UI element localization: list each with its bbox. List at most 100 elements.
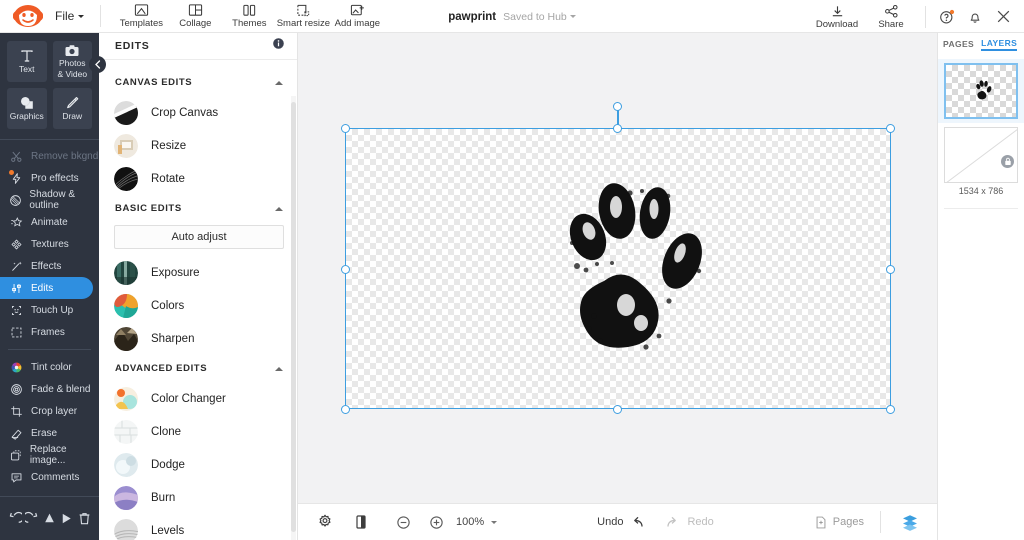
bottom-left-tools: 100% <box>312 509 498 535</box>
tab-layers[interactable]: LAYERS <box>981 38 1018 51</box>
layer-item-background[interactable]: 1534 x 786 <box>938 123 1024 200</box>
artboard[interactable] <box>345 128 891 409</box>
tab-pages[interactable]: PAGES <box>943 39 974 50</box>
sidebar-item-touch-up[interactable]: Touch Up <box>0 299 99 321</box>
zoom-level-value[interactable]: 100% <box>456 516 484 528</box>
lock-icon[interactable] <box>1001 155 1014 168</box>
edit-item-sharpen[interactable]: Sharpen <box>99 322 297 355</box>
sidebar-card-text[interactable]: Text <box>7 41 47 82</box>
close-icon[interactable] <box>990 4 1016 30</box>
resize-handle-bottom-center[interactable] <box>613 405 622 414</box>
info-icon[interactable] <box>272 37 285 55</box>
compare-split-icon[interactable] <box>348 509 374 535</box>
sidebar-item-comments-label: Comments <box>31 471 80 483</box>
sidebar-item-textures-label: Textures <box>31 238 69 250</box>
monkey-logo[interactable] <box>0 4 55 28</box>
sidebar-card-text-label: Text <box>18 64 35 75</box>
file-menu[interactable]: File <box>55 9 94 23</box>
edit-item-color-changer[interactable]: Color Changer <box>99 382 297 415</box>
share-button[interactable]: Share <box>865 0 917 33</box>
document-title[interactable]: pawprint <box>448 11 496 23</box>
redo-icon[interactable] <box>24 511 40 527</box>
edit-item-colors[interactable]: Colors <box>99 289 297 322</box>
sidebar-item-fade-blend[interactable]: Fade & blend <box>0 378 99 400</box>
zoom-out-icon[interactable] <box>390 509 416 535</box>
tool-templates[interactable]: Templates <box>115 0 167 33</box>
sidebar-item-textures[interactable]: Textures <box>0 233 99 255</box>
section-canvas-edits-title: CANVAS EDITS <box>115 77 193 88</box>
sidebar-card-photos-video[interactable]: Photos & Video <box>52 41 92 82</box>
edit-item-rotate[interactable]: Rotate <box>99 162 297 195</box>
trash-icon[interactable] <box>76 511 92 527</box>
layers-stack-icon[interactable] <box>897 509 923 535</box>
sidebar-item-animate[interactable]: Animate <box>0 211 99 233</box>
undo-button[interactable]: Undo <box>597 514 645 530</box>
rotate-handle[interactable] <box>613 102 622 111</box>
edit-item-colors-label: Colors <box>151 299 185 312</box>
sidebar-item-remove-bkgnd[interactable]: Remove bkgnd <box>0 145 99 167</box>
undo-icon[interactable] <box>7 511 23 527</box>
sidebar-item-shadow-outline[interactable]: Shadow & outline <box>0 189 99 211</box>
resize-handle-top-center[interactable] <box>613 124 622 133</box>
section-advanced-edits[interactable]: ADVANCED EDITS <box>99 355 297 382</box>
pages-button[interactable]: Pages <box>814 515 864 530</box>
edit-item-clone[interactable]: Clone <box>99 415 297 448</box>
sidebar-item-crop-layer[interactable]: Crop layer <box>0 400 99 422</box>
auto-adjust-button[interactable]: Auto adjust <box>114 225 284 249</box>
eraser-icon <box>9 427 24 440</box>
shadow-circle-icon <box>9 194 22 207</box>
resize-handle-middle-left[interactable] <box>341 265 350 274</box>
help-circle-icon[interactable] <box>934 4 960 30</box>
zoom-in-icon[interactable] <box>423 509 449 535</box>
canvas-workspace[interactable] <box>298 33 937 503</box>
tool-add-image[interactable]: Add image <box>331 0 383 33</box>
sidebar-item-edits[interactable]: Edits <box>0 277 93 299</box>
tool-smart-resize-label: Smart resize <box>276 18 331 29</box>
sidebar-item-tint-color[interactable]: Tint color <box>0 356 99 378</box>
sidebar-card-draw[interactable]: Draw <box>52 88 92 129</box>
resize-handle-middle-right[interactable] <box>886 265 895 274</box>
resize-handle-top-right[interactable] <box>886 124 895 133</box>
edit-item-exposure[interactable]: Exposure <box>99 256 297 289</box>
edit-item-dodge[interactable]: Dodge <box>99 448 297 481</box>
bottom-toolbar: 100% Undo Redo Pages <box>298 503 937 540</box>
resize-handle-bottom-right[interactable] <box>886 405 895 414</box>
paw-print-image[interactable] <box>542 171 707 361</box>
panel-scrollbar-thumb[interactable] <box>291 102 296 532</box>
edit-item-sharpen-label: Sharpen <box>151 332 195 345</box>
collapse-panel-button[interactable] <box>89 56 106 73</box>
sidebar-divider-2 <box>8 349 91 350</box>
gear-icon[interactable] <box>312 509 338 535</box>
sidebar-item-replace-image[interactable]: Replace image... <box>0 444 99 466</box>
sidebar-item-frames[interactable]: Frames <box>0 321 99 343</box>
color-changer-thumb <box>114 386 138 411</box>
save-status[interactable]: Saved to Hub <box>503 11 576 23</box>
burn-thumb <box>114 485 138 510</box>
sidebar-item-effects[interactable]: Effects <box>0 255 99 277</box>
flip-horizontal-icon[interactable] <box>59 511 75 527</box>
tool-themes[interactable]: Themes <box>223 0 275 33</box>
sidebar-item-comments[interactable]: Comments <box>0 466 99 488</box>
bell-icon[interactable] <box>962 4 988 30</box>
tool-smart-resize[interactable]: Smart resize <box>276 0 331 33</box>
resize-handle-bottom-left[interactable] <box>341 405 350 414</box>
edit-item-burn[interactable]: Burn <box>99 481 297 514</box>
sidebar-card-photos-label1: Photos <box>59 58 86 68</box>
flip-vertical-icon[interactable] <box>41 511 57 527</box>
download-button[interactable]: Download <box>811 0 863 33</box>
tool-collage[interactable]: Collage <box>169 0 221 33</box>
section-basic-edits[interactable]: BASIC EDITS <box>99 195 297 222</box>
section-canvas-edits[interactable]: CANVAS EDITS <box>99 69 297 96</box>
rotate-thumb <box>114 166 138 191</box>
sidebar-item-erase[interactable]: Erase <box>0 422 99 444</box>
edit-item-resize[interactable]: Resize <box>99 129 297 162</box>
sidebar-card-graphics[interactable]: Graphics <box>7 88 47 129</box>
layer-item-paw-print[interactable] <box>938 59 1024 123</box>
sidebar-item-frames-label: Frames <box>31 326 65 338</box>
panel-scrollbar[interactable] <box>291 96 296 540</box>
edit-item-levels[interactable]: Levels <box>99 514 297 540</box>
redo-button[interactable]: Redo <box>665 514 714 530</box>
resize-handle-top-left[interactable] <box>341 124 350 133</box>
edit-item-crop-canvas[interactable]: Crop Canvas <box>99 96 297 129</box>
sidebar-item-pro-effects[interactable]: Pro effects <box>0 167 99 189</box>
